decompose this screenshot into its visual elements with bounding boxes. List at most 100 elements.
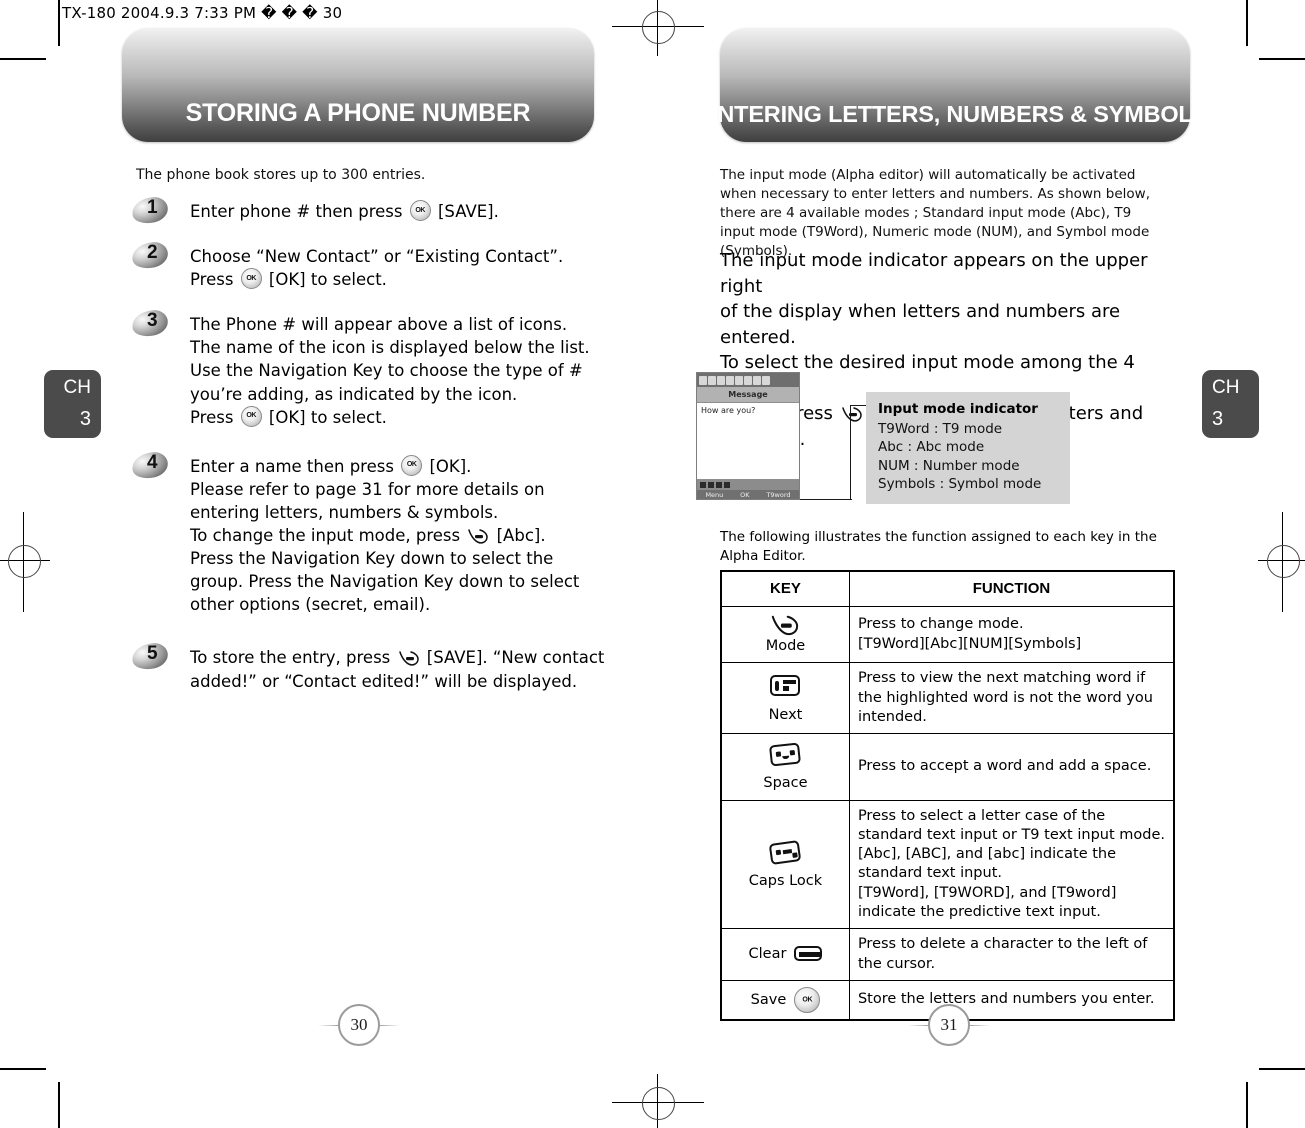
screen-icon-4 — [724, 482, 730, 488]
function-line: standard text input. — [857, 865, 1002, 882]
phone-status-bar — [697, 373, 799, 387]
step-line: Press [OK] to select. — [190, 405, 608, 429]
step-line: entering letters, numbers & symbols. — [190, 501, 608, 524]
table-header-row: KEY FUNCTION — [720, 570, 1175, 607]
table-header-function: FUNCTION — [848, 570, 1175, 607]
table-cell-function: Press to change mode. [T9Word][Abc][NUM][… — [848, 605, 1175, 664]
step-line: Enter a name then press [OK]. — [190, 454, 608, 478]
step-item: 2 Choose “New Contact” or “Existing Conta… — [128, 239, 608, 291]
step-line-text: Press — [190, 407, 239, 427]
function-line: Press to select a letter case of the — [857, 807, 1106, 824]
function-line: indicate the predictive text input. — [857, 904, 1101, 921]
step-line: Use the Navigation Key to choose the typ… — [190, 359, 608, 382]
padkey-clear-icon — [794, 946, 823, 962]
lock-icon — [753, 375, 761, 385]
function-line: Press to change mode. — [857, 616, 1024, 633]
step-item: 4Enter a name then press [OK].Please ref… — [128, 449, 608, 617]
table-cell-function: Press to delete a character to the left … — [848, 928, 1175, 981]
key-table-body: Mode Press to change mode. [T9Word][Abc][N… — [720, 605, 1175, 1021]
phone-screen-title: Message — [697, 387, 799, 402]
step-text: Choose “New Contact” or “Existing Contac… — [190, 245, 608, 291]
step-text: Enter a name then press [OK].Please refe… — [190, 454, 608, 617]
step-number: 1 — [147, 197, 158, 218]
step-line-text: entering letters, numbers & symbols. — [190, 502, 499, 522]
function-line: Press to accept a word and add a space. — [857, 758, 1152, 775]
step-text: To store the entry, press [SAVE]. “New c… — [190, 646, 608, 692]
steps-list: 1 Enter phone # then press [SAVE]. 2 Choose… — [128, 194, 608, 715]
ok-key-icon — [240, 405, 262, 427]
function-line: standard text input or T9 text input mod… — [857, 826, 1165, 843]
indicator-box-row: T9Word : T9 mode — [878, 421, 1003, 437]
phone-screen-body: How are you? — [697, 402, 799, 480]
left-page-intro: The phone book stores up to 300 entries. — [136, 167, 426, 183]
step-number: 2 — [147, 242, 158, 264]
function-line: the highlighted word is not the word you — [857, 689, 1153, 706]
ok-key-icon — [794, 986, 821, 1013]
step-number-badge: 3 — [129, 307, 172, 340]
input-mode-indicator-box: Input mode indicator T9Word : T9 mode Ab… — [866, 392, 1070, 505]
crop-mark-top-left-h — [0, 58, 46, 60]
table-row: Space Press to accept a word and add a sp… — [720, 733, 1175, 801]
padkey-space-icon — [769, 742, 802, 767]
step-line-text: group. Press the Navigation Key down to … — [190, 572, 580, 592]
padkey-caps-icon — [769, 839, 802, 865]
table-cell-key-label: Mode — [765, 637, 806, 654]
table-cell-function: Store the letters and numbers you enter. — [848, 979, 1175, 1021]
paragraph-large-line: The input mode indicator appears on the … — [720, 250, 1148, 297]
step-line: Press [OK] to select. — [190, 268, 608, 291]
step-line: Choose “New Contact” or “Existing Contac… — [190, 245, 608, 268]
function-line: Press to delete a character to the left … — [857, 936, 1148, 953]
input-mode-figure: Message How are you? Menu OK T9word Inpu… — [696, 372, 1236, 512]
table-cell-key-icon-wrap — [730, 613, 841, 637]
step-number-badge: 5 — [129, 640, 172, 673]
data-icon — [717, 375, 725, 385]
step-number-badge: 1 — [129, 194, 172, 227]
table-cell-key: Save — [720, 979, 850, 1021]
table-cell-key-icon-wrap — [730, 838, 841, 872]
indicator-box-row: NUM : Number mode — [878, 457, 1020, 474]
softkey-icon — [769, 614, 801, 637]
step-line-text: Enter a name then press — [190, 456, 400, 476]
screen-icon-3 — [716, 482, 722, 488]
crop-mark-bottom-left-h — [0, 1068, 46, 1070]
table-cell-function: Press to accept a word and add a space. — [848, 733, 1175, 801]
table-cell-key-label: Caps Lock — [748, 872, 823, 889]
softkey-icon — [466, 528, 490, 545]
step-line-text: Press — [190, 270, 239, 290]
right-page-title: ENTERING LETTERS, NUMBERS & SYMBOLS — [701, 101, 1209, 127]
table-cell-key: Caps Lock — [720, 799, 850, 930]
step-line-text: [OK]. — [424, 456, 472, 476]
table-header-key: KEY — [720, 570, 850, 607]
alarm-icon — [726, 375, 734, 385]
step-line-text: The name of the icon is displayed below … — [190, 338, 590, 358]
step-line-text: Press the Navigation Key down to select … — [190, 549, 554, 569]
step-item: 1 Enter phone # then press [SAVE]. — [128, 194, 608, 227]
function-line: [T9Word][Abc][NUM][Symbols] — [857, 635, 1082, 652]
message-icon — [744, 375, 752, 385]
paragraph-large-line: of the display when letters and numbers … — [720, 301, 1121, 348]
step-item: 5 To store the entry, press [SAVE]. “New … — [128, 640, 608, 692]
step-line-text: To change the input mode, press — [190, 526, 466, 546]
function-line: Store the letters and numbers you enter. — [857, 991, 1155, 1008]
screen-icon-1 — [700, 482, 706, 488]
padkey-next-icon — [770, 675, 801, 697]
left-page: STORING A PHONE NUMBER The phone book st… — [58, 0, 658, 1128]
step-line: To store the entry, press [SAVE]. “New c… — [190, 646, 608, 669]
step-line: Please refer to page 31 for more details… — [190, 478, 608, 501]
step-line: other options (secret, email). — [190, 593, 608, 616]
phone-screen-body-line1: How are you? — [701, 406, 756, 415]
step-line-text: [Abc]. — [491, 526, 546, 546]
step-line: Press the Navigation Key down to select … — [190, 547, 608, 570]
step-number-badge: 4 — [129, 449, 172, 482]
table-cell-key: Next — [720, 662, 850, 735]
step-text: Enter phone # then press [SAVE]. — [190, 200, 608, 223]
function-line: the cursor. — [857, 955, 936, 972]
step-text: The Phone # will appear above a list of … — [190, 313, 608, 428]
signal-icon — [699, 375, 707, 385]
step-line-text: you’re adding, as indicated by the icon. — [190, 384, 518, 404]
indicator-box-row: Symbols : Symbol mode — [878, 476, 1042, 493]
step-line-text: Please refer to page 31 for more details… — [190, 479, 545, 499]
phone-softkey-left: Menu — [705, 491, 724, 499]
key-table-intro: The following illustrates the function a… — [720, 529, 1157, 564]
step-line-text: [SAVE]. — [432, 202, 499, 221]
